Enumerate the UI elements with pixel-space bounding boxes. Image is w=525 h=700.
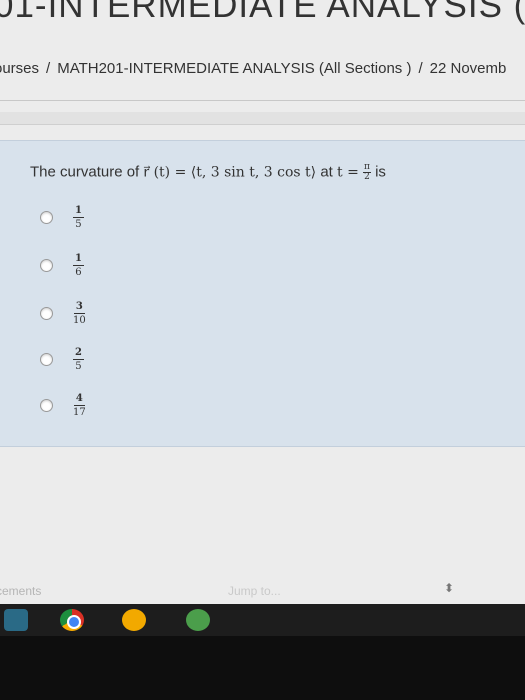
question-suffix: is (375, 163, 386, 181)
divider-band (0, 112, 525, 125)
paw-icon[interactable] (122, 609, 146, 631)
select-arrows-icon[interactable]: ⬍ (444, 581, 454, 595)
option-fraction: 25 (73, 347, 84, 372)
radio-button[interactable] (40, 211, 53, 224)
question-at: at (320, 163, 333, 181)
music-icon[interactable] (186, 609, 210, 631)
fraction-numerator: 4 (73, 393, 85, 406)
question-at-fraction: π2 (362, 163, 371, 182)
fraction-denominator: 6 (75, 267, 82, 278)
breadcrumb-item-course[interactable]: MATH201-INTERMEDIATE ANALYSIS (All Secti… (57, 60, 411, 77)
option-fraction: 15 (73, 205, 84, 230)
taskbar (0, 604, 525, 636)
radio-button[interactable] (40, 259, 53, 272)
option-fraction: 4 17 (73, 393, 86, 418)
breadcrumb: ourses / MATH201-INTERMEDIATE ANALYSIS (Al… (0, 60, 506, 77)
radio-button[interactable] (40, 307, 53, 320)
footer-prev-link[interactable]: cements (0, 584, 41, 598)
fraction-numerator: 1 (73, 205, 84, 218)
fraction-numerator: 3 (73, 301, 85, 314)
answer-option-2[interactable]: 16 (40, 253, 84, 278)
fraction-numerator: 1 (73, 253, 84, 266)
option-fraction: 16 (73, 253, 84, 278)
breadcrumb-separator: / (46, 60, 51, 77)
question-prefix: The curvature of (30, 163, 140, 181)
question-function: r⃗ (t) = ⟨t, 3 sin t, 3 cos t⟩ (143, 164, 317, 181)
option-fraction: 3 10 (73, 301, 86, 326)
question-at-expr: t = (337, 164, 359, 181)
page-title: 01-INTERMEDIATE ANALYSIS (A (0, 0, 525, 25)
fraction-denominator: 5 (75, 361, 82, 372)
divider (0, 100, 525, 101)
fraction-denominator: 10 (73, 315, 86, 326)
fraction-denominator: 5 (75, 219, 82, 230)
browser-page: 01-INTERMEDIATE ANALYSIS (A ourses / MATH2… (0, 0, 525, 612)
monitor-bezel (0, 636, 525, 700)
breadcrumb-separator: / (418, 60, 423, 77)
chrome-icon[interactable] (60, 609, 84, 631)
breadcrumb-item-date[interactable]: 22 Novemb (430, 60, 507, 77)
answer-option-3[interactable]: 3 10 (40, 301, 86, 326)
fraction-denominator: 17 (73, 407, 86, 418)
radio-button[interactable] (40, 399, 53, 412)
files-icon[interactable] (4, 609, 28, 631)
jump-to-select[interactable]: Jump to... (228, 584, 281, 598)
fraction-numerator: 2 (73, 347, 84, 360)
breadcrumb-item-courses[interactable]: ourses (0, 60, 39, 77)
answer-option-4[interactable]: 25 (40, 347, 84, 372)
fraction-denominator: 2 (364, 172, 370, 182)
answer-option-1[interactable]: 15 (40, 205, 84, 230)
question-text: The curvature of r⃗ (t) = ⟨t, 3 sin t, 3… (30, 163, 386, 182)
question-panel: The curvature of r⃗ (t) = ⟨t, 3 sin t, 3… (0, 140, 525, 447)
radio-button[interactable] (40, 353, 53, 366)
answer-option-5[interactable]: 4 17 (40, 393, 86, 418)
